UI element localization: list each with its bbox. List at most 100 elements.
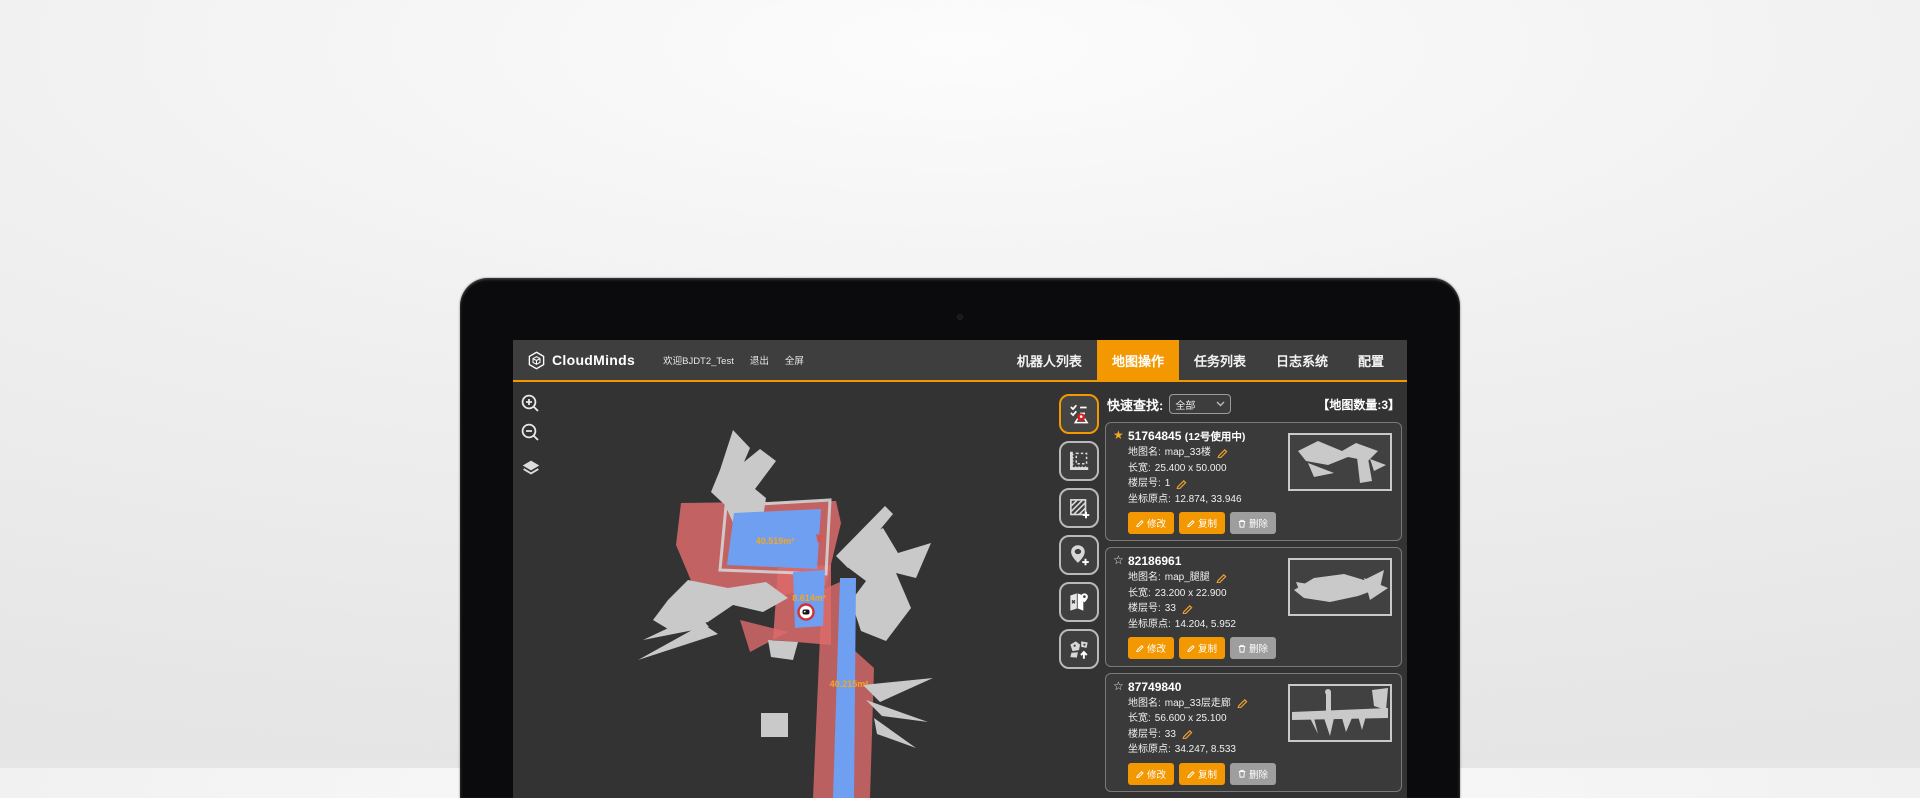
delete-button[interactable]: 删除: [1230, 512, 1276, 534]
map-floor-value: 33: [1165, 727, 1176, 743]
card-actions: 修改 复制 删除: [1128, 763, 1393, 785]
field-label-size: 长宽:: [1128, 711, 1151, 727]
map-origin-value: 12.874, 33.946: [1175, 492, 1242, 508]
pencil-icon: [1136, 519, 1144, 527]
map-controls: [519, 392, 543, 480]
webcam-dot: [957, 314, 963, 320]
map-origin-value: 14.204, 5.952: [1175, 617, 1236, 633]
map-floor-value: 1: [1165, 476, 1171, 492]
nav-tab-log-system[interactable]: 日志系统: [1261, 340, 1343, 380]
map-name-value: map_33层走廊: [1165, 696, 1231, 712]
copy-button[interactable]: 复制: [1179, 763, 1225, 785]
zoom-out-icon[interactable]: [519, 421, 543, 445]
zoom-in-icon[interactable]: [519, 392, 543, 416]
delete-button[interactable]: 删除: [1230, 637, 1276, 659]
field-label-name: 地图名:: [1128, 570, 1161, 586]
map-filter-value: 全部: [1175, 397, 1195, 412]
field-label-floor: 楼层号:: [1128, 476, 1161, 492]
delete-button[interactable]: 删除: [1230, 763, 1276, 785]
cloudminds-logo-icon: [527, 351, 546, 370]
pencil-icon: [1187, 770, 1195, 778]
app-header: CloudMinds 欢迎BJDT2_Test 退出 全屏 机器人列表 地图操作…: [513, 340, 1407, 382]
field-label-size: 长宽:: [1128, 461, 1151, 477]
field-label-floor: 楼层号:: [1128, 727, 1161, 743]
layers-icon[interactable]: [519, 456, 543, 480]
app-screen: CloudMinds 欢迎BJDT2_Test 退出 全屏 机器人列表 地图操作…: [513, 340, 1407, 798]
map-floor-value: 33: [1165, 601, 1176, 617]
laptop-mockup: CloudMinds 欢迎BJDT2_Test 退出 全屏 机器人列表 地图操作…: [460, 278, 1460, 798]
map-marker-icon[interactable]: [1059, 582, 1099, 622]
nav-tab-config[interactable]: 配置: [1343, 340, 1399, 380]
fullscreen-link[interactable]: 全屏: [785, 353, 804, 367]
brand-name: CloudMinds: [552, 352, 635, 368]
map-list-panel: 快速查找: 全部 【地图数量:3】 ★ 51764845 (12号使用中): [1105, 382, 1407, 798]
content-area: 40.519m² 8.614m² 40.215m²: [513, 382, 1407, 798]
nav-tab-robot-list[interactable]: 机器人列表: [1002, 340, 1097, 380]
main-nav: 机器人列表 地图操作 任务列表 日志系统 配置: [1002, 340, 1407, 380]
mapping-task-pin-icon[interactable]: [1059, 394, 1099, 434]
edit-pencil-icon[interactable]: [1237, 698, 1248, 708]
modify-button[interactable]: 修改: [1128, 637, 1174, 659]
brand: CloudMinds: [527, 351, 635, 370]
chevron-down-icon: [1216, 401, 1225, 407]
map-card-3[interactable]: ☆ 87749840 地图名: map_33层走廊 长宽: 56.600 x 2…: [1105, 673, 1402, 792]
zone-area-label-1: 40.519m²: [756, 536, 795, 546]
map-id: 87749840: [1128, 680, 1181, 694]
pencil-icon: [1136, 644, 1144, 652]
map-name-value: map_33楼: [1165, 445, 1211, 461]
pencil-icon: [1136, 770, 1144, 778]
trash-icon: [1238, 644, 1246, 653]
map-toolbar: [1053, 382, 1105, 798]
field-label-floor: 楼层号:: [1128, 601, 1161, 617]
field-label-name: 地图名:: [1128, 696, 1161, 712]
map-origin-value: 34.247, 8.533: [1175, 742, 1236, 758]
welcome-text: 欢迎BJDT2_Test: [663, 353, 734, 367]
map-canvas[interactable]: 40.519m² 8.614m² 40.215m²: [513, 382, 1053, 798]
measure-area-icon[interactable]: [1059, 441, 1099, 481]
field-label-origin: 坐标原点:: [1128, 617, 1171, 633]
map-thumbnail: [1288, 558, 1392, 616]
edit-pencil-icon[interactable]: [1217, 448, 1228, 458]
nav-tab-task-list[interactable]: 任务列表: [1179, 340, 1261, 380]
map-size-value: 25.400 x 50.000: [1155, 461, 1227, 477]
star-icon[interactable]: ☆: [1113, 553, 1124, 567]
modify-button[interactable]: 修改: [1128, 763, 1174, 785]
map-filter-select[interactable]: 全部: [1169, 394, 1231, 414]
quick-find-label: 快速查找:: [1107, 395, 1163, 414]
add-region-icon[interactable]: [1059, 488, 1099, 528]
map-id: 82186961: [1128, 554, 1181, 568]
upload-map-icon[interactable]: [1059, 629, 1099, 669]
star-icon[interactable]: ★: [1113, 428, 1124, 442]
logout-link[interactable]: 退出: [750, 353, 769, 367]
modify-button[interactable]: 修改: [1128, 512, 1174, 534]
map-size-value: 56.600 x 25.100: [1155, 711, 1227, 727]
robot-position-marker: [799, 605, 814, 620]
copy-button[interactable]: 复制: [1179, 512, 1225, 534]
map-id: 51764845: [1128, 429, 1181, 443]
card-actions: 修改 复制 删除: [1128, 637, 1393, 659]
field-label-size: 长宽:: [1128, 586, 1151, 602]
field-label-origin: 坐标原点:: [1128, 742, 1171, 758]
trash-icon: [1238, 519, 1246, 528]
map-thumbnail: [1288, 433, 1392, 491]
edit-pencil-icon[interactable]: [1182, 729, 1193, 739]
zone-area-label-2: 8.614m²: [792, 593, 826, 603]
zone-area-label-3: 40.215m²: [830, 679, 869, 689]
map-card-1[interactable]: ★ 51764845 (12号使用中) 地图名: map_33楼 长宽: 25.…: [1105, 422, 1402, 541]
map-drawing: 40.519m² 8.614m² 40.215m²: [513, 382, 1053, 798]
map-size-value: 23.200 x 22.900: [1155, 586, 1227, 602]
edit-pencil-icon[interactable]: [1176, 479, 1187, 489]
trash-icon: [1238, 769, 1246, 778]
map-count-text: 【地图数量:3】: [1317, 396, 1400, 413]
nav-tab-map-operation[interactable]: 地图操作: [1097, 340, 1179, 380]
add-poi-icon[interactable]: [1059, 535, 1099, 575]
edit-pencil-icon[interactable]: [1216, 573, 1227, 583]
copy-button[interactable]: 复制: [1179, 637, 1225, 659]
field-label-origin: 坐标原点:: [1128, 492, 1171, 508]
pencil-icon: [1187, 519, 1195, 527]
pencil-icon: [1187, 644, 1195, 652]
map-card-2[interactable]: ☆ 82186961 地图名: map_腿腿 长宽: 23.200 x 22.9…: [1105, 547, 1402, 666]
session-bar: 欢迎BJDT2_Test 退出 全屏: [663, 353, 804, 367]
edit-pencil-icon[interactable]: [1182, 604, 1193, 614]
star-icon[interactable]: ☆: [1113, 679, 1124, 693]
